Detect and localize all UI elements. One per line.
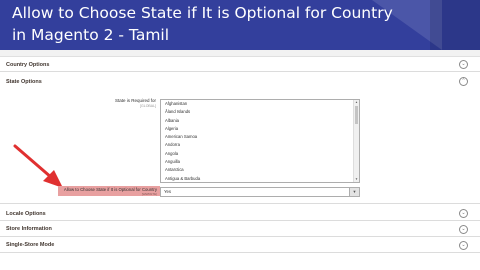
select-chevron-down-icon[interactable]: ▼ xyxy=(349,188,359,196)
allow-choose-state-select[interactable]: Yes ▼ xyxy=(160,187,360,197)
section-single-store-mode[interactable]: Single-Store Mode ⌄ xyxy=(0,237,480,253)
section-single-store-mode-label: Single-Store Mode xyxy=(6,242,55,248)
section-store-information-label: Store Information xyxy=(6,226,52,232)
chevron-down-icon[interactable]: ⌄ xyxy=(459,225,468,234)
chevron-down-icon[interactable]: ⌄ xyxy=(459,209,468,218)
allow-choose-state-label-highlight: Allow to Choose State if It is Optional … xyxy=(58,186,160,196)
allow-choose-state-scope: [WEBSITE] xyxy=(141,192,157,196)
chevron-down-icon[interactable]: ⌄ xyxy=(459,241,468,250)
section-locale-options-label: Locale Options xyxy=(6,211,46,217)
allow-choose-state-value: Yes xyxy=(164,189,172,194)
section-store-information[interactable]: Store Information ⌄ xyxy=(0,221,480,237)
section-locale-options[interactable]: Locale Options ⌄ xyxy=(0,206,480,221)
